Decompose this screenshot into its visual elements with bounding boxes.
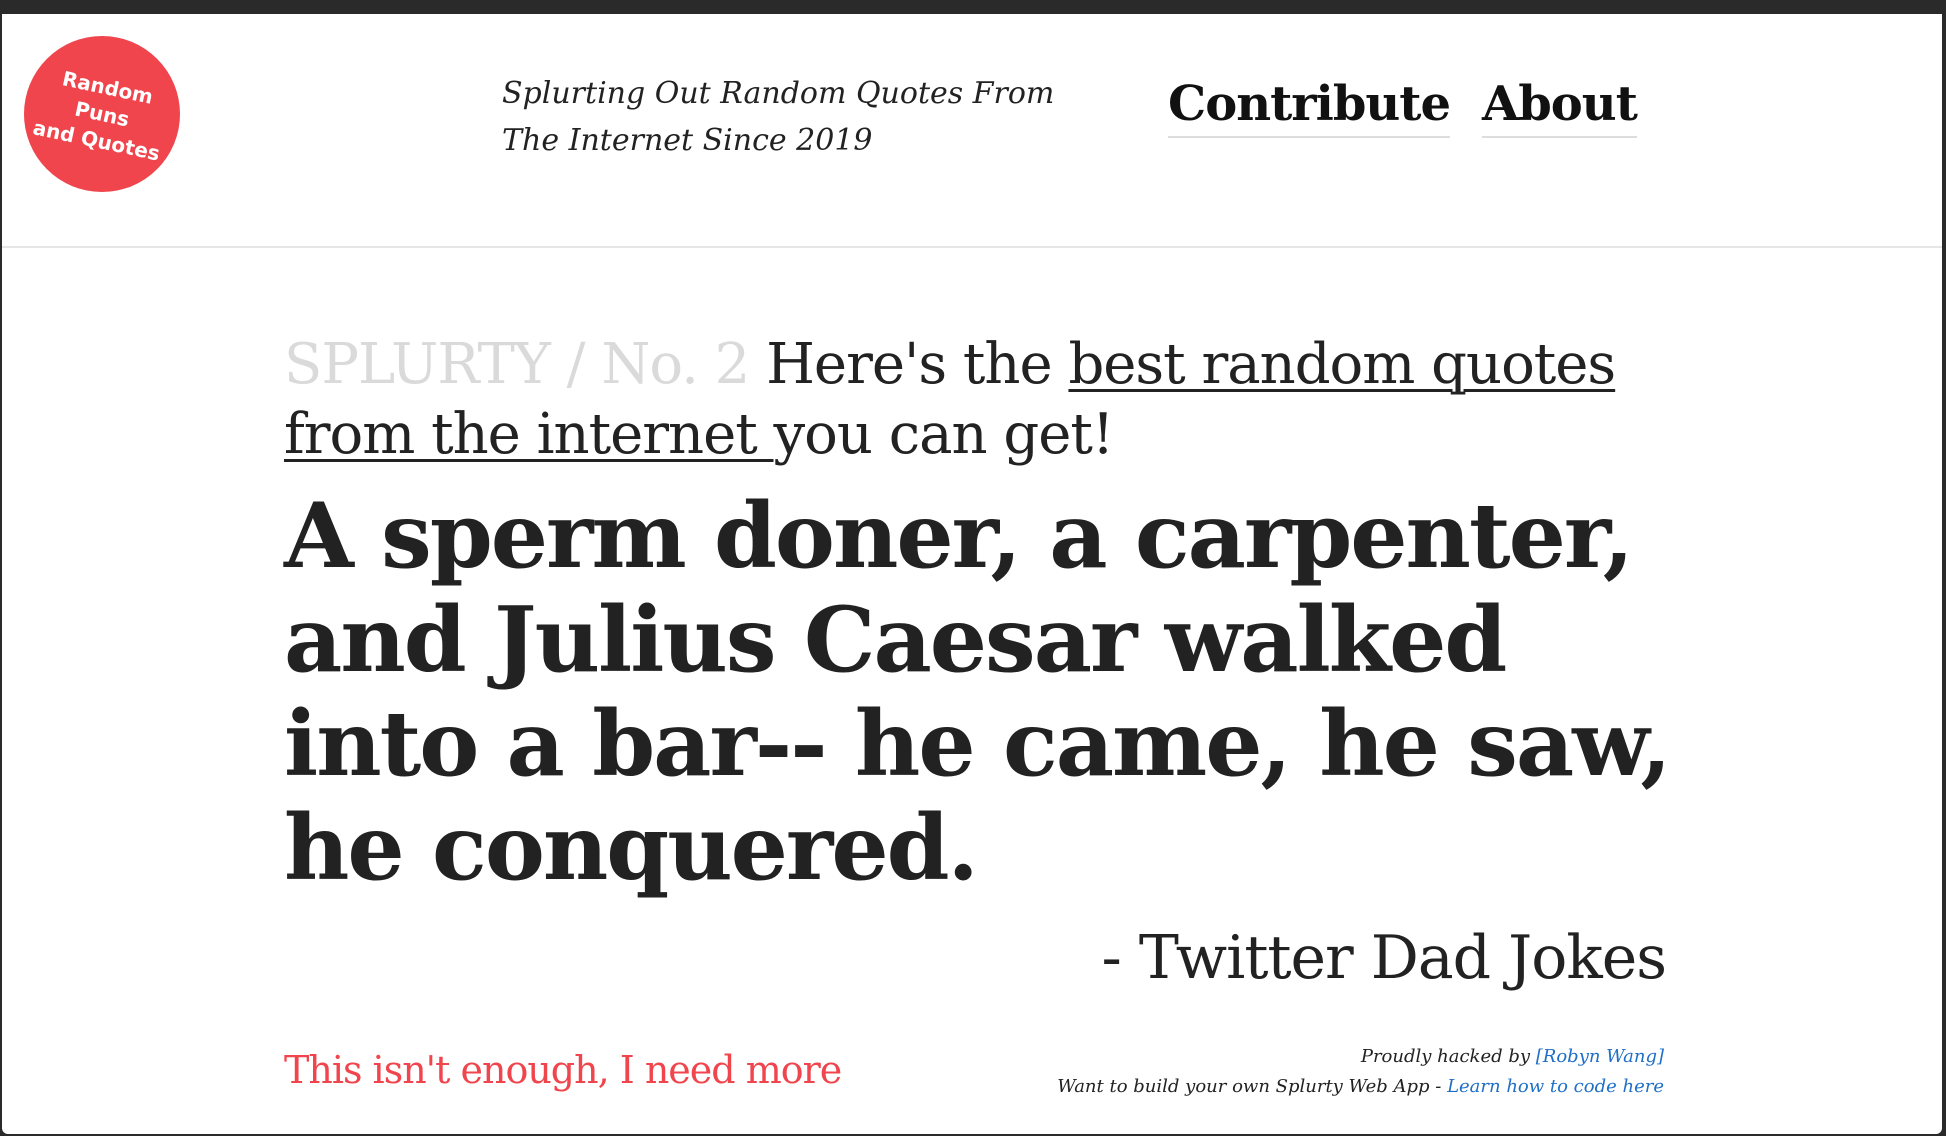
main-content: SPLURTY / No. 2 Here's the best random q… [284, 330, 1672, 998]
credit-prefix: Proudly hacked by [1360, 1046, 1536, 1067]
learn-code-link[interactable]: Learn how to code here [1447, 1076, 1664, 1097]
main-nav: Contribute About [1168, 74, 1638, 138]
site-header: Random Puns and Quotes Splurting Out Ran… [2, 14, 1942, 248]
intro-suffix: you can get! [773, 402, 1115, 467]
logo-badge[interactable]: Random Puns and Quotes [24, 36, 180, 192]
intro-heading: SPLURTY / No. 2 Here's the best random q… [284, 330, 1664, 470]
credit-line: Proudly hacked by [Robyn Wang] [1057, 1042, 1664, 1072]
nav-about-link[interactable]: About [1481, 74, 1638, 138]
nav-contribute-link[interactable]: Contribute [1168, 74, 1451, 138]
site-tagline: Splurting Out Random Quotes From The Int… [502, 76, 1055, 158]
build-line: Want to build your own Splurty Web App -… [1057, 1072, 1664, 1102]
build-prefix: Want to build your own Splurty Web App - [1057, 1076, 1448, 1097]
page: Random Puns and Quotes Splurting Out Ran… [2, 14, 1942, 1134]
credits: Proudly hacked by [Robyn Wang] Want to b… [1057, 1042, 1664, 1102]
quote-text: A sperm doner, a carpenter, and Julius C… [284, 483, 1672, 901]
brand-label: SPLURTY / No. 2 [284, 332, 750, 397]
quote-author: - Twitter Dad Jokes [1101, 923, 1667, 993]
more-quotes-link[interactable]: This isn't enough, I need more [284, 1040, 842, 1100]
logo-text: Random Puns and Quotes [30, 61, 174, 167]
intro-prefix: Here's the [749, 332, 1069, 397]
author-link[interactable]: [Robyn Wang] [1536, 1046, 1664, 1067]
